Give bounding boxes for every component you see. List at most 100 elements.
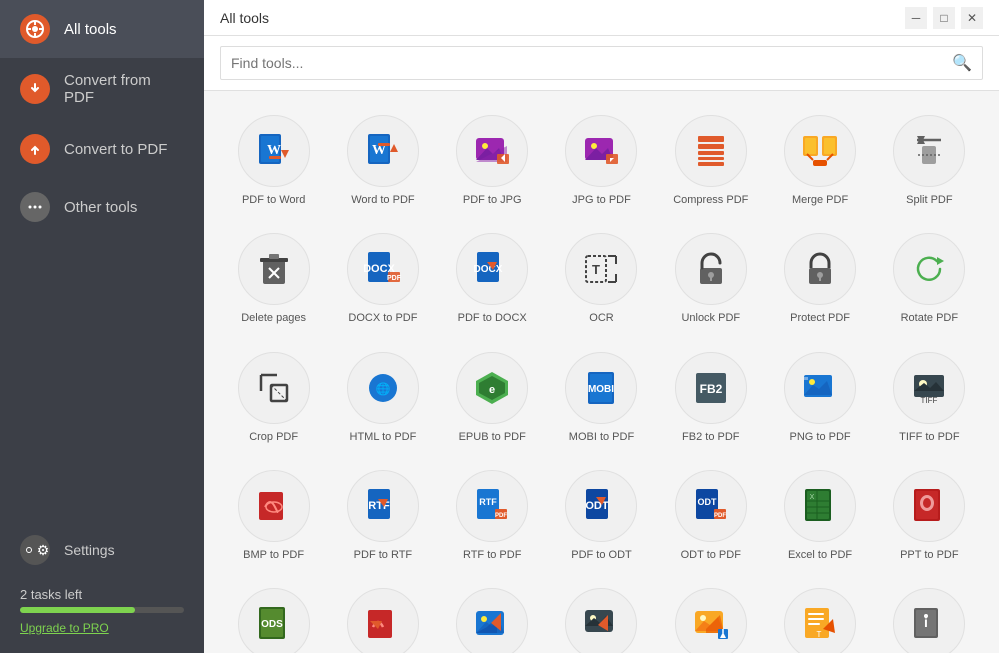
svg-text:FB2: FB2 xyxy=(699,382,722,396)
tool-crop-pdf[interactable]: Crop PDF xyxy=(224,344,323,452)
sidebar-item-convert-to-label: Convert to PDF xyxy=(64,141,167,158)
tool-ods-to-pdf[interactable]: ODS ODS to PDF xyxy=(224,580,323,653)
svg-text:X: X xyxy=(810,494,815,501)
tool-odt-to-pdf[interactable]: ODT PDF ODT to PDF xyxy=(661,462,760,570)
tool-word-to-pdf[interactable]: W Word to PDF xyxy=(333,107,432,215)
tool-split-pdf-label: Split PDF xyxy=(906,193,952,207)
search-input-wrap: 🔍 xyxy=(220,46,983,80)
tool-odt-to-pdf-label: ODT to PDF xyxy=(681,548,741,562)
tool-pdf-to-jpg[interactable]: PDF to JPG xyxy=(443,107,542,215)
tool-png-to-pdf[interactable]: PNG to PDF xyxy=(770,344,869,452)
sidebar-item-convert-from-label: Convert from PDF xyxy=(64,72,184,106)
tool-mobi-to-pdf-label: MOBI to PDF xyxy=(569,430,634,444)
progress-bar-bg xyxy=(20,607,184,613)
tool-split-pdf[interactable]: Split PDF xyxy=(880,107,979,215)
svg-text:MOBI: MOBI xyxy=(588,384,614,395)
search-icon: 🔍 xyxy=(952,53,972,73)
settings-label: Settings xyxy=(64,542,115,558)
tool-html-to-pdf[interactable]: 🌐 HTML to PDF xyxy=(333,344,432,452)
tools-grid: W PDF to Word W Word to PDF xyxy=(204,91,999,653)
tool-ppt-to-pdf-label: PPT to PDF xyxy=(900,548,958,562)
tool-delete-pages[interactable]: Delete pages xyxy=(224,225,323,333)
tool-word-to-pdf-label: Word to PDF xyxy=(351,193,414,207)
settings-item[interactable]: ⚙ Settings xyxy=(0,523,204,577)
svg-text:PDF: PDF xyxy=(495,513,507,519)
tool-edit-metadata[interactable]: i Edit metadata xyxy=(880,580,979,653)
tool-pdf-to-tiff[interactable]: PDF to TIFF xyxy=(552,580,651,653)
svg-text:PDF: PDF xyxy=(714,513,726,519)
sidebar-item-other-label: Other tools xyxy=(64,199,137,216)
svg-text:RTF: RTF xyxy=(368,500,390,512)
maximize-button[interactable]: □ xyxy=(933,7,955,29)
svg-text:PDF: PDF xyxy=(387,275,402,282)
tool-compress-pdf[interactable]: Compress PDF xyxy=(661,107,760,215)
sidebar-item-other-tools[interactable]: Other tools xyxy=(0,178,204,236)
window-controls: ─ □ ✕ xyxy=(905,7,983,29)
minimize-button[interactable]: ─ xyxy=(905,7,927,29)
other-tools-icon xyxy=(20,192,50,222)
tool-pdf-to-odt-label: PDF to ODT xyxy=(571,548,632,562)
tool-pdf-to-rtf[interactable]: RTF PDF to RTF xyxy=(333,462,432,570)
tool-unlock-pdf[interactable]: Unlock PDF xyxy=(661,225,760,333)
sidebar: All tools Convert from PDF Convert to PD… xyxy=(0,0,204,653)
tool-protect-pdf[interactable]: Protect PDF xyxy=(770,225,869,333)
tool-fb2-to-pdf[interactable]: FB2 FB2 to PDF xyxy=(661,344,760,452)
tool-pdf-to-odt[interactable]: ODT PDF to ODT xyxy=(552,462,651,570)
tool-rotate-pdf[interactable]: Rotate PDF xyxy=(880,225,979,333)
tool-epub-to-pdf[interactable]: e EPUB to PDF xyxy=(443,344,542,452)
tool-pdf-to-docx[interactable]: DOCX PDF to DOCX xyxy=(443,225,542,333)
progress-bar-fill xyxy=(20,607,135,613)
sidebar-item-convert-to-pdf[interactable]: Convert to PDF xyxy=(0,120,204,178)
tool-compress-pdf-label: Compress PDF xyxy=(673,193,748,207)
page-title: All tools xyxy=(220,10,269,26)
tool-pdf-to-png[interactable]: PDF to PNG xyxy=(443,580,542,653)
sidebar-item-convert-from-pdf[interactable]: Convert from PDF xyxy=(0,58,204,120)
svg-text:RTF: RTF xyxy=(479,497,497,507)
tool-tiff-to-pdf[interactable]: TIFF TIFF to PDF xyxy=(880,344,979,452)
tool-jpg-to-pdf-label: JPG to PDF xyxy=(572,193,631,207)
tool-docx-to-pdf-label: DOCX to PDF xyxy=(348,311,417,325)
tool-html-to-pdf-label: HTML to PDF xyxy=(350,430,417,444)
svg-text:e: e xyxy=(489,384,495,396)
title-bar: All tools ─ □ ✕ xyxy=(204,0,999,36)
svg-text:T: T xyxy=(593,262,601,277)
upgrade-link[interactable]: Upgrade to PRO xyxy=(20,621,109,635)
tool-rtf-to-pdf-label: RTF to PDF xyxy=(463,548,521,562)
svg-text:ODT: ODT xyxy=(586,500,610,512)
tool-extract-text[interactable]: T Extract text xyxy=(770,580,869,653)
tool-docx-to-pdf[interactable]: DOCX PDF DOCX to PDF xyxy=(333,225,432,333)
tool-pdf-to-jpg-label: PDF to JPG xyxy=(463,193,522,207)
tool-merge-pdf[interactable]: Merge PDF xyxy=(770,107,869,215)
convert-to-icon xyxy=(20,134,50,164)
svg-text:🌐: 🌐 xyxy=(375,382,390,396)
tool-protect-pdf-label: Protect PDF xyxy=(790,311,850,325)
close-button[interactable]: ✕ xyxy=(961,7,983,29)
tool-rtf-to-pdf[interactable]: RTF PDF RTF to PDF xyxy=(443,462,542,570)
tool-pdf-to-word[interactable]: W PDF to Word xyxy=(224,107,323,215)
tool-excel-to-pdf[interactable]: X Excel to PDF xyxy=(770,462,869,570)
svg-text:W: W xyxy=(267,143,281,158)
tool-excel-to-pdf-label: Excel to PDF xyxy=(788,548,852,562)
tool-unlock-pdf-label: Unlock PDF xyxy=(681,311,740,325)
main-content: All tools ─ □ ✕ 🔍 W PDF t xyxy=(204,0,999,653)
tool-tiff-to-pdf-label: TIFF to PDF xyxy=(899,430,960,444)
sidebar-item-all-tools[interactable]: All tools xyxy=(0,0,204,58)
tool-ppt-to-pdf[interactable]: PPT to PDF xyxy=(880,462,979,570)
svg-text:ODS: ODS xyxy=(261,619,283,630)
svg-text:DOCX: DOCX xyxy=(474,264,503,275)
tool-pdf-to-bmp[interactable]: PDF to BMP xyxy=(333,580,432,653)
settings-icon: ⚙ xyxy=(20,535,50,565)
tool-mobi-to-pdf[interactable]: MOBI MOBI to PDF xyxy=(552,344,651,452)
tool-bmp-to-pdf[interactable]: BMP to PDF xyxy=(224,462,323,570)
tool-ocr[interactable]: T OCR xyxy=(552,225,651,333)
convert-from-icon xyxy=(20,74,50,104)
sidebar-item-all-tools-label: All tools xyxy=(64,21,117,38)
tool-extract-images[interactable]: Extract images xyxy=(661,580,760,653)
all-tools-icon xyxy=(20,14,50,44)
tool-rotate-pdf-label: Rotate PDF xyxy=(901,311,958,325)
tool-jpg-to-pdf[interactable]: JPG to PDF xyxy=(552,107,651,215)
tool-merge-pdf-label: Merge PDF xyxy=(792,193,848,207)
tool-ocr-label: OCR xyxy=(589,311,613,325)
search-input[interactable] xyxy=(231,55,952,71)
svg-text:T: T xyxy=(817,630,822,639)
